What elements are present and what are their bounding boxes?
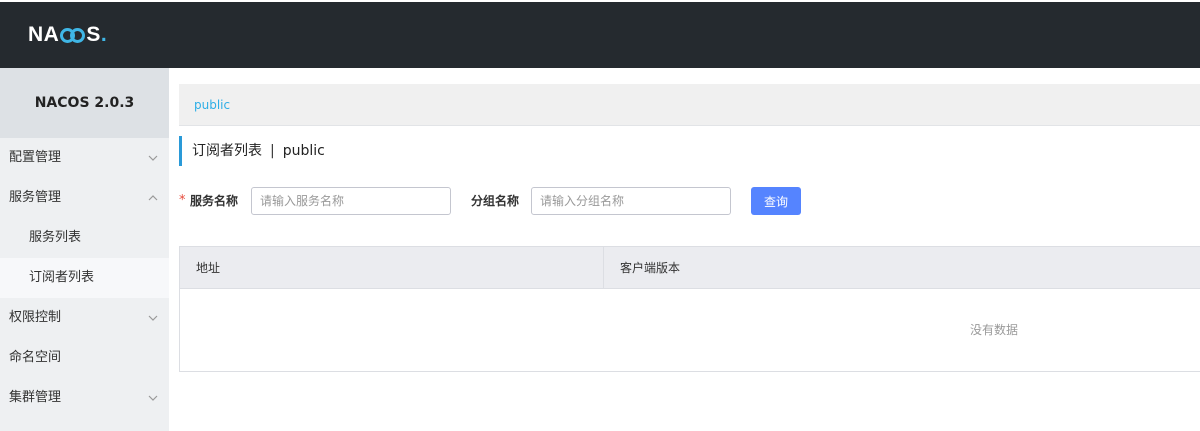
column-header-address: 地址 [180,247,604,288]
chevron-down-icon [148,378,158,418]
logo-rings-icon [60,27,86,43]
chevron-up-icon [148,178,158,218]
logo-text-left: NA [28,23,60,46]
title-separator: | [270,143,275,159]
namespace-link-public[interactable]: public [194,98,230,112]
main-content: public 订阅者列表 | public * 服务名称 分组名称 查询 地址 客户… [169,68,1200,431]
required-mark: * [179,193,186,208]
sidebar-item-label: 服务列表 [29,230,82,245]
table-header: 地址 客户端版本 [180,247,1200,289]
query-button[interactable]: 查询 [751,187,801,215]
group-name-input[interactable] [531,187,731,215]
page-title-namespace: public [282,143,325,159]
group-name-label: 分组名称 [471,194,520,208]
sidebar-version-title: NACOS 2.0.3 [0,68,169,138]
sidebar: NACOS 2.0.3 配置管理 服务管理 服务列表 订阅者列表 权限控制 命名… [0,68,169,431]
chevron-down-icon [148,138,158,178]
search-form: * 服务名称 分组名称 查询 [179,187,1200,215]
chevron-down-icon [148,298,158,338]
sidebar-item-label: 服务管理 [9,190,62,205]
page-title-text: 订阅者列表 [192,143,262,159]
service-name-input[interactable] [251,187,451,215]
sidebar-item-label: 命名空间 [9,350,62,365]
logo-text-right: S [86,23,101,46]
sidebar-item-service-management[interactable]: 服务管理 [0,178,169,218]
sidebar-item-access-control[interactable]: 权限控制 [0,298,169,338]
sidebar-item-config-management[interactable]: 配置管理 [0,138,169,178]
top-navbar: NA S . [0,2,1200,68]
sidebar-item-label: 权限控制 [9,310,62,325]
subscriber-table: 地址 客户端版本 没有数据 [179,246,1200,372]
sidebar-item-label: 集群管理 [9,390,62,405]
sidebar-item-subscriber-list[interactable]: 订阅者列表 [0,258,169,298]
sidebar-item-label: 配置管理 [9,150,62,165]
namespace-bar: public [179,84,1200,126]
column-header-client-version: 客户端版本 [620,261,681,275]
nacos-logo[interactable]: NA S . [28,23,107,47]
sidebar-item-cluster-management[interactable]: 集群管理 [0,378,169,418]
page-title: 订阅者列表 | public [179,136,325,166]
service-name-label: 服务名称 [190,194,239,208]
empty-state-text: 没有数据 [970,323,1019,337]
sidebar-item-label: 订阅者列表 [29,270,95,285]
logo-dot: . [100,23,108,46]
sidebar-item-namespace[interactable]: 命名空间 [0,338,169,378]
sidebar-item-service-list[interactable]: 服务列表 [0,218,169,258]
